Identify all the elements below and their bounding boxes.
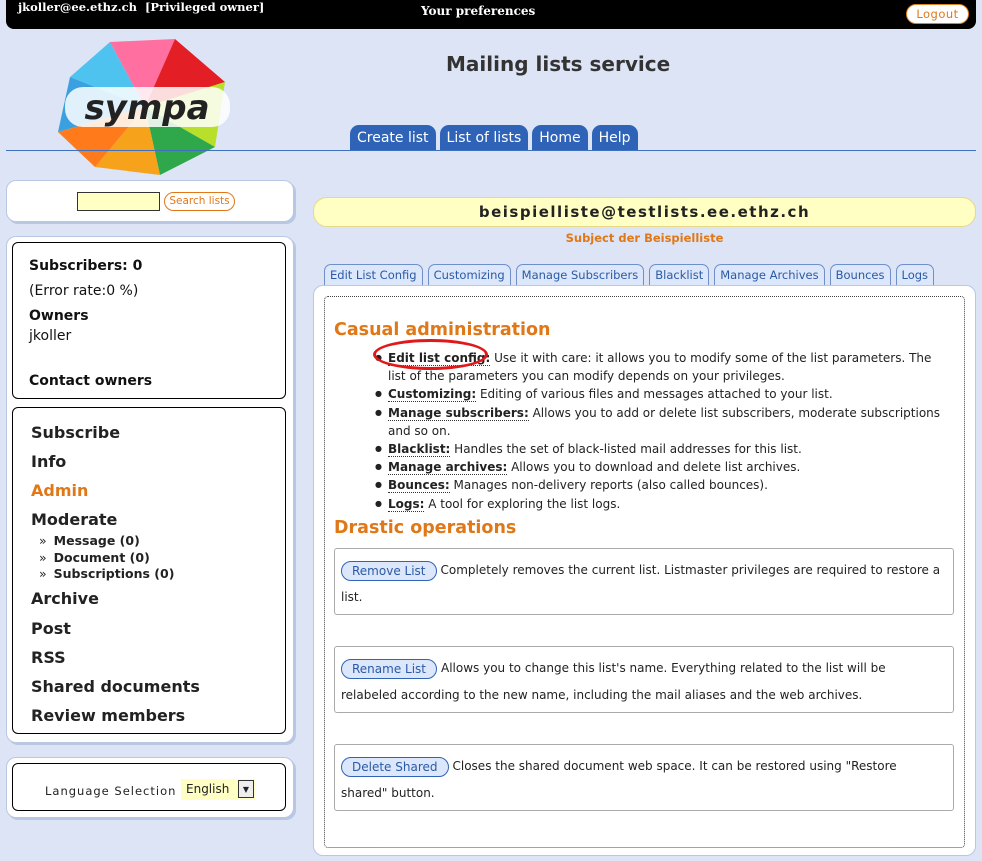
tab-customizing[interactable]: Customizing [427,264,511,286]
list-item: Manage archives: Allows you to download … [362,458,947,476]
list-info-box: Subscribers: 0 (Error rate:0 %) Owners j… [12,242,286,399]
subscribers-count: Subscribers: 0 [29,258,143,274]
rename-list-button[interactable]: Rename List [341,658,438,679]
contact-owners-link[interactable]: Contact owners [29,373,152,389]
list-address-bar: beispielliste@testlists.ee.ethz.ch [313,197,976,227]
list-item: Bounces: Manages non-delivery reports (a… [362,476,947,494]
language-panel: Language Selection English ▼ [6,757,294,818]
menu-post[interactable]: Post [31,619,71,638]
search-panel: Search lists [6,180,294,222]
remove-list-box: Remove List Completely removes the curren… [334,548,954,615]
menu-subscribe[interactable]: Subscribe [31,423,120,442]
menu-info[interactable]: Info [31,452,66,471]
user-email: jkoller@ee.ethz.ch [18,0,137,14]
owner-name: jkoller [29,328,72,344]
header-divider [6,150,976,151]
delete-shared-button[interactable]: Delete Shared [341,756,449,777]
error-rate: (Error rate:0 %) [29,283,139,299]
menu-rss[interactable]: RSS [31,648,66,667]
casual-admin-list: Edit list config: Use it with care: it a… [362,349,947,513]
chevron-right-icon: » [39,550,47,565]
preferences-link[interactable]: Your preferences [421,4,535,18]
site-title: Mailing lists service [446,52,671,76]
admin-tabs: Edit List Config Customizing Manage Subs… [324,264,935,286]
manage-subscribers-link[interactable]: Manage subscribers: [388,405,529,421]
tab-logs[interactable]: Logs [895,264,935,286]
menu-moderate[interactable]: Moderate [31,510,117,529]
dropdown-arrow-icon[interactable]: ▼ [238,780,254,798]
top-bar: jkoller@ee.ethz.ch [Privileged owner] Yo… [6,0,976,29]
menu-moderate-document[interactable]: » Document (0) [39,550,150,565]
main-panel: Casual administration Edit list config: … [313,285,976,856]
logout-button[interactable]: Logout [906,4,969,24]
logs-link[interactable]: Logs: [388,496,425,512]
menu-moderate-message[interactable]: » Message (0) [39,533,140,548]
search-input[interactable] [77,192,160,211]
list-item: Logs: A tool for exploring the list logs… [362,495,947,513]
owners-label: Owners [29,308,89,324]
nav-tab-home[interactable]: Home [532,125,588,150]
language-label: Language Selection [45,784,177,798]
menu-moderate-subscriptions[interactable]: » Subscriptions (0) [39,566,174,581]
tab-bounces[interactable]: Bounces [829,264,891,286]
svg-text:sympa: sympa [84,88,209,128]
tab-manage-subscribers[interactable]: Manage Subscribers [515,264,645,286]
main-nav: Create list List of lists Home Help [350,125,638,150]
tab-manage-archives[interactable]: Manage Archives [714,264,825,286]
user-role: [Privileged owner] [144,0,265,14]
tab-blacklist[interactable]: Blacklist [649,264,710,286]
user-info: jkoller@ee.ethz.ch [Privileged owner] [18,0,264,14]
search-lists-button[interactable]: Search lists [164,192,235,211]
list-menu-box: Subscribe Info Admin Moderate » Message (… [12,407,286,734]
delete-shared-box: Delete Shared Closes the shared document … [334,744,954,811]
remove-list-button[interactable]: Remove List [341,560,437,581]
manage-archives-link[interactable]: Manage archives: [388,460,508,476]
chevron-right-icon: » [39,533,47,548]
bounces-link[interactable]: Bounces: [388,478,450,494]
sympa-logo[interactable]: sympa [50,37,240,177]
menu-shared-documents[interactable]: Shared documents [31,677,200,696]
nav-tab-list-of-lists[interactable]: List of lists [439,125,529,150]
nav-tab-help[interactable]: Help [591,125,638,150]
list-item: Blacklist: Handles the set of black-list… [362,440,947,458]
menu-archive[interactable]: Archive [31,589,99,608]
list-item: Customizing: Editing of various files an… [362,385,947,403]
customizing-link[interactable]: Customizing: [388,387,477,403]
rename-list-box: Rename List Allows you to change this lis… [334,646,954,713]
language-select[interactable]: English ▼ [181,779,255,800]
tab-edit-list-config[interactable]: Edit List Config [324,264,423,286]
highlight-annotation [373,339,488,370]
chevron-right-icon: » [39,566,47,581]
list-subject: Subject der Beispielliste [565,231,724,245]
sidebar-panel: Subscribers: 0 (Error rate:0 %) Owners j… [6,236,294,743]
blacklist-link[interactable]: Blacklist: [388,442,451,458]
language-box: Language Selection English ▼ [12,763,286,811]
menu-admin[interactable]: Admin [31,481,88,500]
list-item: Manage subscribers: Allows you to add or… [362,404,947,440]
nav-tab-create-list[interactable]: Create list [350,125,436,150]
drastic-ops-title: Drastic operations [334,518,517,538]
menu-review-members[interactable]: Review members [31,706,185,725]
casual-admin-title: Casual administration [334,320,551,340]
